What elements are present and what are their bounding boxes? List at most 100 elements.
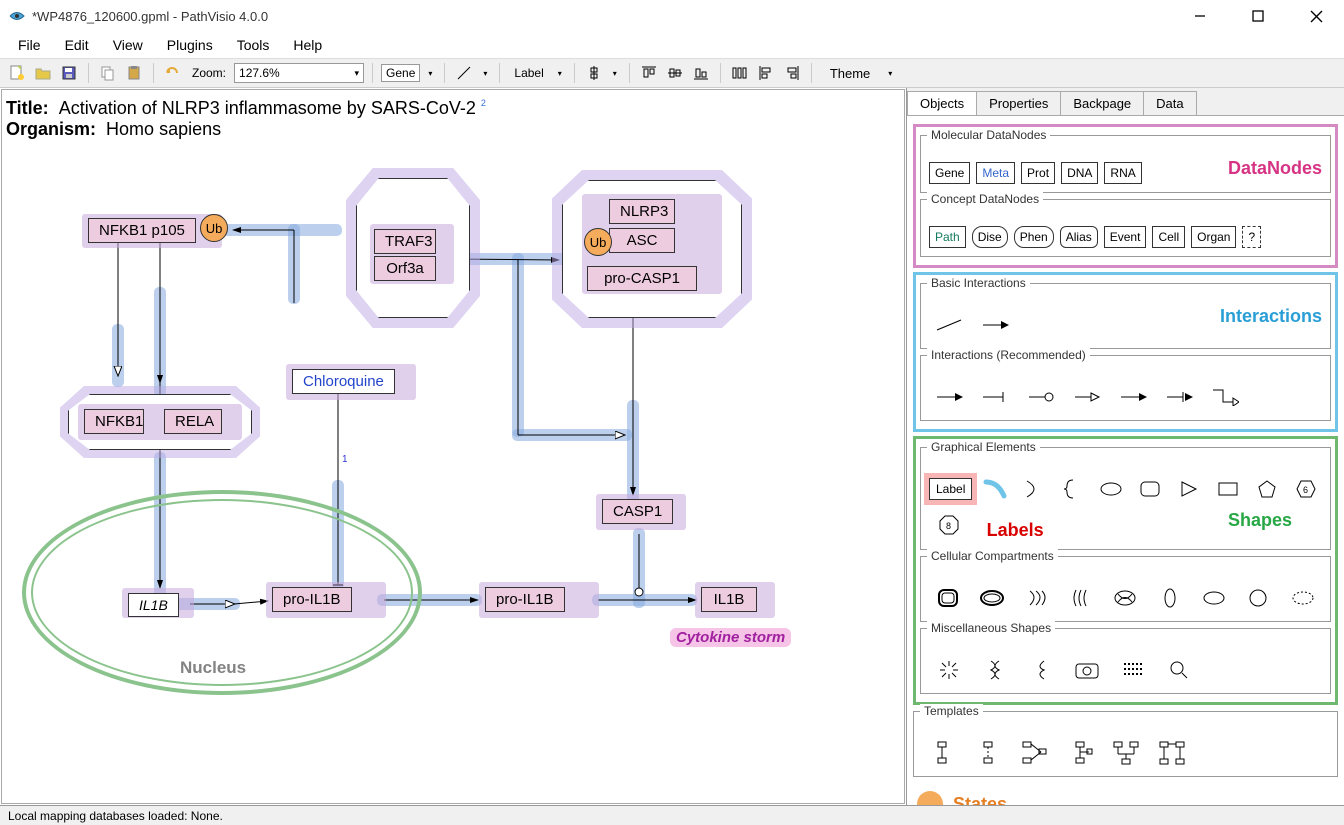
rec-trans-icon[interactable]: [1159, 382, 1199, 412]
align-right-icon[interactable]: [781, 62, 803, 84]
btn-phen[interactable]: Phen: [1014, 226, 1054, 248]
menu-plugins[interactable]: Plugins: [155, 33, 225, 57]
burst-icon[interactable]: [929, 655, 969, 685]
ub-state-2[interactable]: Ub: [584, 228, 612, 256]
line-dropdown[interactable]: ▾: [479, 69, 491, 78]
maximize-button[interactable]: [1238, 2, 1278, 30]
rec-tbar-icon[interactable]: [975, 382, 1015, 412]
tmpl6-icon[interactable]: [1152, 738, 1192, 768]
open-file-icon[interactable]: [32, 62, 54, 84]
close-button[interactable]: [1296, 2, 1336, 30]
line-plain-icon[interactable]: [929, 310, 969, 340]
pathway-canvas[interactable]: Title: Activation of NLRP3 inflammasome …: [1, 89, 905, 804]
gene-button[interactable]: Gene: [381, 64, 420, 82]
tmpl1-icon[interactable]: [922, 738, 962, 768]
menu-help[interactable]: Help: [281, 33, 334, 57]
dna-icon[interactable]: [975, 655, 1015, 685]
arrow-icon[interactable]: [975, 310, 1015, 340]
theme-dropdown[interactable]: ▾: [884, 69, 896, 78]
btn-gene[interactable]: Gene: [929, 162, 970, 184]
gene-dropdown[interactable]: ▾: [424, 69, 436, 78]
tmpl2-icon[interactable]: [968, 738, 1008, 768]
align-top-icon[interactable]: [638, 62, 660, 84]
valign-dropdown[interactable]: ▾: [609, 69, 621, 78]
rec-arrow-icon[interactable]: [929, 382, 969, 412]
arc-icon[interactable]: [978, 474, 1011, 504]
btn-dise[interactable]: Dise: [972, 226, 1008, 248]
hexagon-icon[interactable]: 6: [1289, 474, 1322, 504]
triangle-icon[interactable]: [1173, 474, 1206, 504]
save-icon[interactable]: [58, 62, 80, 84]
btn-label[interactable]: Label: [929, 478, 972, 500]
btn-meta[interactable]: Meta: [976, 162, 1015, 184]
rec-bind-icon[interactable]: [1113, 382, 1153, 412]
cytokine-storm-label[interactable]: Cytokine storm: [670, 628, 791, 647]
btn-organ[interactable]: Organ: [1191, 226, 1236, 248]
btn-event[interactable]: Event: [1104, 226, 1147, 248]
octagon-small-icon[interactable]: 8: [929, 510, 969, 540]
node-orf3a[interactable]: Orf3a: [374, 256, 436, 281]
align-left-icon[interactable]: [755, 62, 777, 84]
node-pro-il1b-1[interactable]: pro-IL1B: [272, 587, 352, 612]
roundrect-icon[interactable]: [1134, 474, 1167, 504]
vacuole-icon[interactable]: [1195, 583, 1233, 613]
btn-cell[interactable]: Cell: [1152, 226, 1185, 248]
node-asc[interactable]: ASC: [609, 228, 675, 253]
node-chloroquine[interactable]: Chloroquine: [292, 369, 395, 394]
menu-file[interactable]: File: [6, 33, 53, 57]
line-tool-icon[interactable]: [453, 62, 475, 84]
node-procasp1[interactable]: pro-CASP1: [587, 266, 697, 291]
circle-plain-icon[interactable]: [1239, 583, 1277, 613]
mito-icon[interactable]: [1106, 583, 1144, 613]
paste-icon[interactable]: [123, 62, 145, 84]
node-il1b-gene[interactable]: IL1B: [128, 593, 179, 617]
node-traf3[interactable]: TRAF3: [374, 229, 436, 254]
btn-unknown[interactable]: ?: [1242, 226, 1261, 248]
ellipse-icon[interactable]: [1095, 474, 1128, 504]
minimize-button[interactable]: [1180, 2, 1220, 30]
valign-icon[interactable]: [583, 62, 605, 84]
tmpl4-icon[interactable]: [1060, 738, 1100, 768]
rna-strand-icon[interactable]: [1021, 655, 1061, 685]
align-mid-icon[interactable]: [664, 62, 686, 84]
btn-dna[interactable]: DNA: [1061, 162, 1098, 184]
btn-path[interactable]: Path: [929, 226, 966, 248]
theme-menu[interactable]: Theme: [820, 66, 880, 81]
node-nlrp3[interactable]: NLRP3: [609, 199, 675, 224]
node-rela[interactable]: RELA: [164, 409, 222, 434]
btn-rna[interactable]: RNA: [1104, 162, 1141, 184]
camera-icon[interactable]: [1067, 655, 1107, 685]
vesicle-icon[interactable]: [1151, 583, 1189, 613]
undo-icon[interactable]: [162, 62, 184, 84]
btn-alias[interactable]: Alias: [1060, 226, 1098, 248]
tmpl3-icon[interactable]: [1014, 738, 1054, 768]
label-tool[interactable]: Label: [508, 66, 549, 80]
rect-icon[interactable]: [1211, 474, 1244, 504]
rec-circle-icon[interactable]: [1021, 382, 1061, 412]
menu-view[interactable]: View: [101, 33, 155, 57]
node-nfkb1-p105[interactable]: NFKB1 p105: [88, 218, 196, 243]
brace-icon[interactable]: [1056, 474, 1089, 504]
er-icon[interactable]: [1018, 583, 1056, 613]
pentagon-icon[interactable]: [1250, 474, 1283, 504]
node-casp1[interactable]: CASP1: [602, 499, 673, 524]
ub-state-1[interactable]: Ub: [200, 214, 228, 242]
zoom-select[interactable]: 127.6%▾: [234, 63, 364, 83]
search-shape-icon[interactable]: [1159, 655, 1199, 685]
node-il1b[interactable]: IL1B: [701, 587, 757, 612]
cell-icon[interactable]: [929, 583, 967, 613]
new-file-icon[interactable]: [6, 62, 28, 84]
tab-properties[interactable]: Properties: [976, 91, 1061, 115]
menu-tools[interactable]: Tools: [225, 33, 282, 57]
tab-data[interactable]: Data: [1143, 91, 1196, 115]
node-nfkb1[interactable]: NFKB1: [84, 409, 144, 434]
extracell-icon[interactable]: [1284, 583, 1322, 613]
matrix-icon[interactable]: [1113, 655, 1153, 685]
tmpl5-icon[interactable]: [1106, 738, 1146, 768]
tab-backpage[interactable]: Backpage: [1060, 91, 1144, 115]
align-bottom-icon[interactable]: [690, 62, 712, 84]
curve-icon[interactable]: [1017, 474, 1050, 504]
nucleus-icon[interactable]: [973, 583, 1011, 613]
copy-icon[interactable]: [97, 62, 119, 84]
rec-elbow-icon[interactable]: [1205, 382, 1245, 412]
